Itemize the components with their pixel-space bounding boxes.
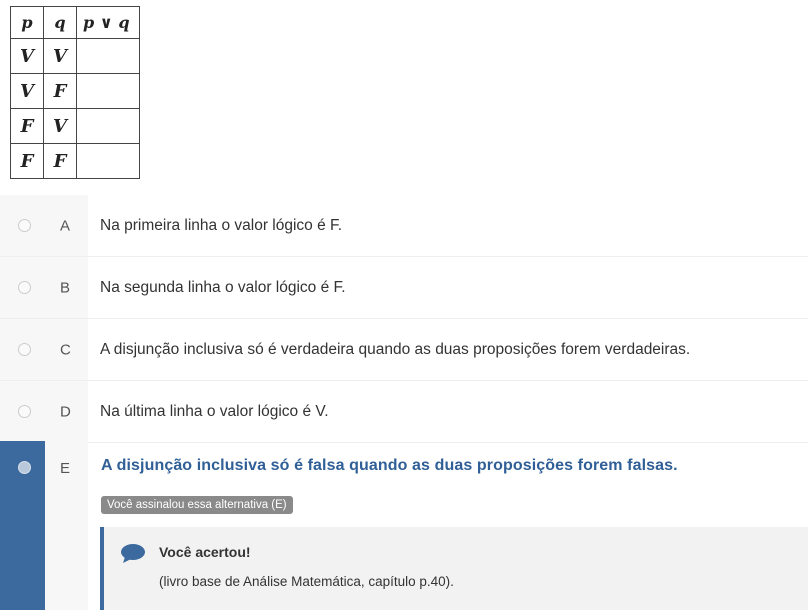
- option-text[interactable]: A disjunção inclusiva só é falsa quando …: [101, 457, 678, 475]
- option-letter: B: [60, 279, 71, 296]
- cell-q: F: [43, 73, 77, 109]
- header-q: q: [43, 6, 77, 39]
- radio-button[interactable]: [18, 218, 31, 232]
- header-p-or-q: p ∨ q: [76, 6, 140, 39]
- cell-q: V: [43, 38, 77, 74]
- radio-button-selected[interactable]: [18, 461, 31, 474]
- option-gutter: [0, 195, 88, 256]
- option-b[interactable]: B Na segunda linha o valor lógico é F.: [0, 257, 808, 319]
- cell-p: V: [10, 38, 44, 74]
- option-gutter: [0, 319, 88, 380]
- truth-table-row: F V: [10, 108, 140, 144]
- cell-q: V: [43, 108, 77, 144]
- speech-bubble-icon: [121, 544, 145, 563]
- option-letter: D: [60, 403, 71, 420]
- cell-p-or-q: [76, 38, 140, 74]
- radio-button[interactable]: [18, 404, 31, 418]
- option-letter: C: [60, 341, 71, 358]
- cell-p-or-q: [76, 143, 140, 179]
- feedback-title: Você acertou!: [159, 544, 251, 560]
- option-text[interactable]: Na primeira linha o valor lógico é F.: [100, 217, 342, 235]
- option-gutter: [0, 257, 88, 318]
- feedback-body: (livro base de Análise Matemática, capít…: [159, 574, 454, 589]
- option-gutter: [0, 381, 88, 442]
- truth-table: p q p ∨ q V V V F F V F F: [10, 6, 140, 179]
- radio-button[interactable]: [18, 280, 31, 294]
- cell-q: F: [43, 143, 77, 179]
- option-e-selected[interactable]: E A disjunção inclusiva só é falsa quand…: [0, 441, 808, 610]
- radio-button[interactable]: [18, 342, 31, 356]
- cell-p-or-q: [76, 108, 140, 144]
- option-letter: E: [60, 460, 71, 477]
- option-text[interactable]: Na segunda linha o valor lógico é F.: [100, 279, 346, 297]
- truth-table-header-row: p q p ∨ q: [10, 6, 140, 39]
- cell-p: V: [10, 73, 44, 109]
- option-letter: A: [60, 217, 71, 234]
- feedback-box: Você acertou! (livro base de Análise Mat…: [100, 527, 808, 610]
- option-text[interactable]: Na última linha o valor lógico é V.: [100, 403, 329, 421]
- option-c[interactable]: C A disjunção inclusiva só é verdadeira …: [0, 319, 808, 381]
- truth-table-row: V V: [10, 38, 140, 74]
- selected-badge: Você assinalou essa alternativa (E): [101, 496, 293, 514]
- truth-table-row: V F: [10, 73, 140, 109]
- option-text[interactable]: A disjunção inclusiva só é verdadeira qu…: [100, 341, 690, 359]
- cell-p-or-q: [76, 73, 140, 109]
- cell-p: F: [10, 143, 44, 179]
- answer-options: A Na primeira linha o valor lógico é F. …: [0, 195, 808, 443]
- option-a[interactable]: A Na primeira linha o valor lógico é F.: [0, 195, 808, 257]
- truth-table-row: F F: [10, 143, 140, 179]
- option-d[interactable]: D Na última linha o valor lógico é V.: [0, 381, 808, 443]
- cell-p: F: [10, 108, 44, 144]
- header-p: p: [10, 6, 44, 39]
